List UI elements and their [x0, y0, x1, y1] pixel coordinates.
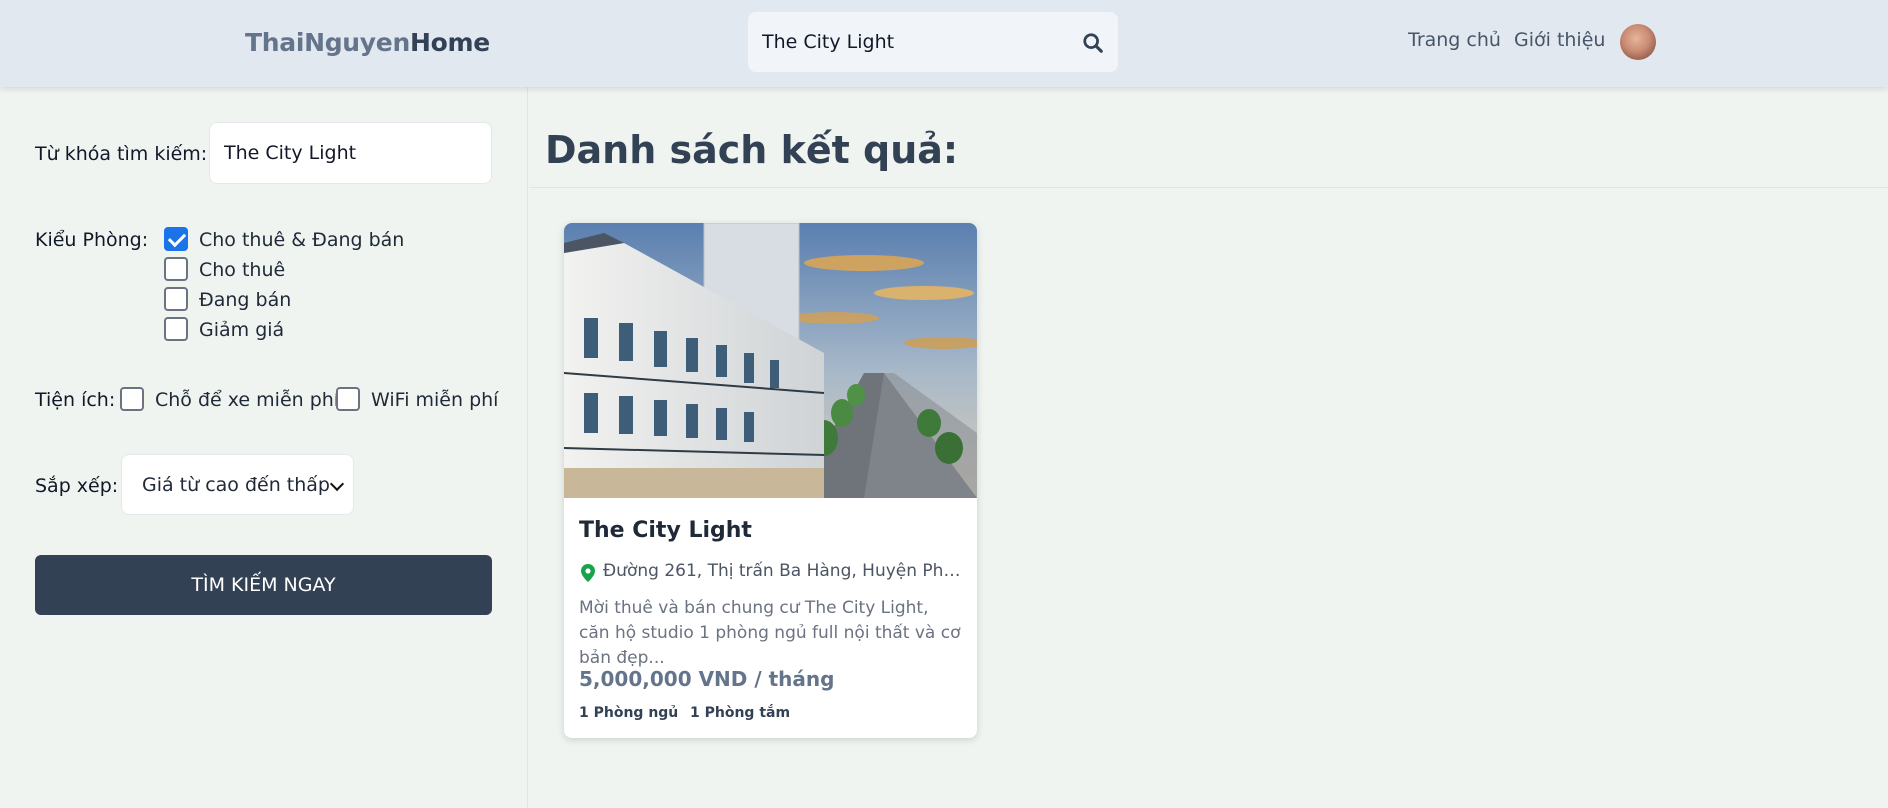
site-logo[interactable]: ThaiNguyenHome [245, 28, 490, 57]
result-card[interactable]: The City Light Đường 261, Thị trấn Ba Hà… [564, 223, 977, 738]
sort-select[interactable]: Giá từ cao đến thấp [121, 454, 354, 515]
location-pin-icon [581, 564, 595, 582]
header-search-box [748, 12, 1118, 72]
search-icon[interactable] [1082, 32, 1104, 54]
sort-selected-value: Giá từ cao đến thấp [142, 474, 330, 496]
room-type-checkbox-discount[interactable] [164, 317, 188, 341]
sort-label: Sắp xếp: [35, 475, 119, 497]
room-type-checkbox-sale[interactable] [164, 287, 188, 311]
property-name[interactable]: The City Light [579, 518, 752, 543]
property-price: 5,000,000 VND / tháng [579, 667, 835, 691]
nav-about-link[interactable]: Giới thiệu [1514, 29, 1605, 51]
logo-part-2: Home [409, 28, 490, 57]
property-address: Đường 261, Thị trấn Ba Hàng, Huyện Phổ Y… [603, 561, 968, 581]
header-search-input[interactable] [762, 26, 1062, 58]
chevron-down-icon [329, 476, 345, 492]
amenities-label: Tiện ích: [35, 389, 116, 411]
logo-part-1: ThaiNguyen [245, 28, 410, 57]
search-now-button[interactable]: TÌM KIẾM NGAY [35, 555, 492, 615]
property-image[interactable] [564, 223, 977, 498]
filter-sidebar [0, 87, 528, 808]
amenity-option-wifi[interactable]: WiFi miễn phí [371, 389, 498, 411]
amenity-checkbox-parking[interactable] [120, 387, 144, 411]
room-type-label: Kiểu Phòng: [35, 229, 149, 251]
property-bedrooms: 1 Phòng ngủ [579, 705, 679, 721]
results-divider [529, 187, 1888, 188]
room-type-checkbox-rent[interactable] [164, 257, 188, 281]
nav-home-link[interactable]: Trang chủ [1408, 29, 1501, 51]
room-type-option-sale[interactable]: Đang bán [199, 289, 291, 311]
property-description: Mời thuê và bán chung cư The City Light,… [579, 598, 961, 668]
amenity-checkbox-wifi[interactable] [336, 387, 360, 411]
top-header: ThaiNguyenHome Trang chủ Giới thiệu [0, 0, 1888, 87]
user-avatar[interactable] [1620, 24, 1656, 60]
keyword-input[interactable] [209, 122, 492, 184]
room-type-option-discount[interactable]: Giảm giá [199, 319, 284, 341]
results-title: Danh sách kết quả: [545, 128, 959, 172]
room-type-option-rent[interactable]: Cho thuê [199, 259, 285, 281]
amenity-option-parking[interactable]: Chỗ để xe miễn phí [155, 389, 339, 411]
keyword-label: Từ khóa tìm kiếm: [35, 143, 208, 165]
property-bathrooms: 1 Phòng tắm [690, 705, 791, 721]
room-type-checkbox-all[interactable] [164, 227, 188, 251]
room-type-option-all[interactable]: Cho thuê & Đang bán [199, 229, 404, 251]
